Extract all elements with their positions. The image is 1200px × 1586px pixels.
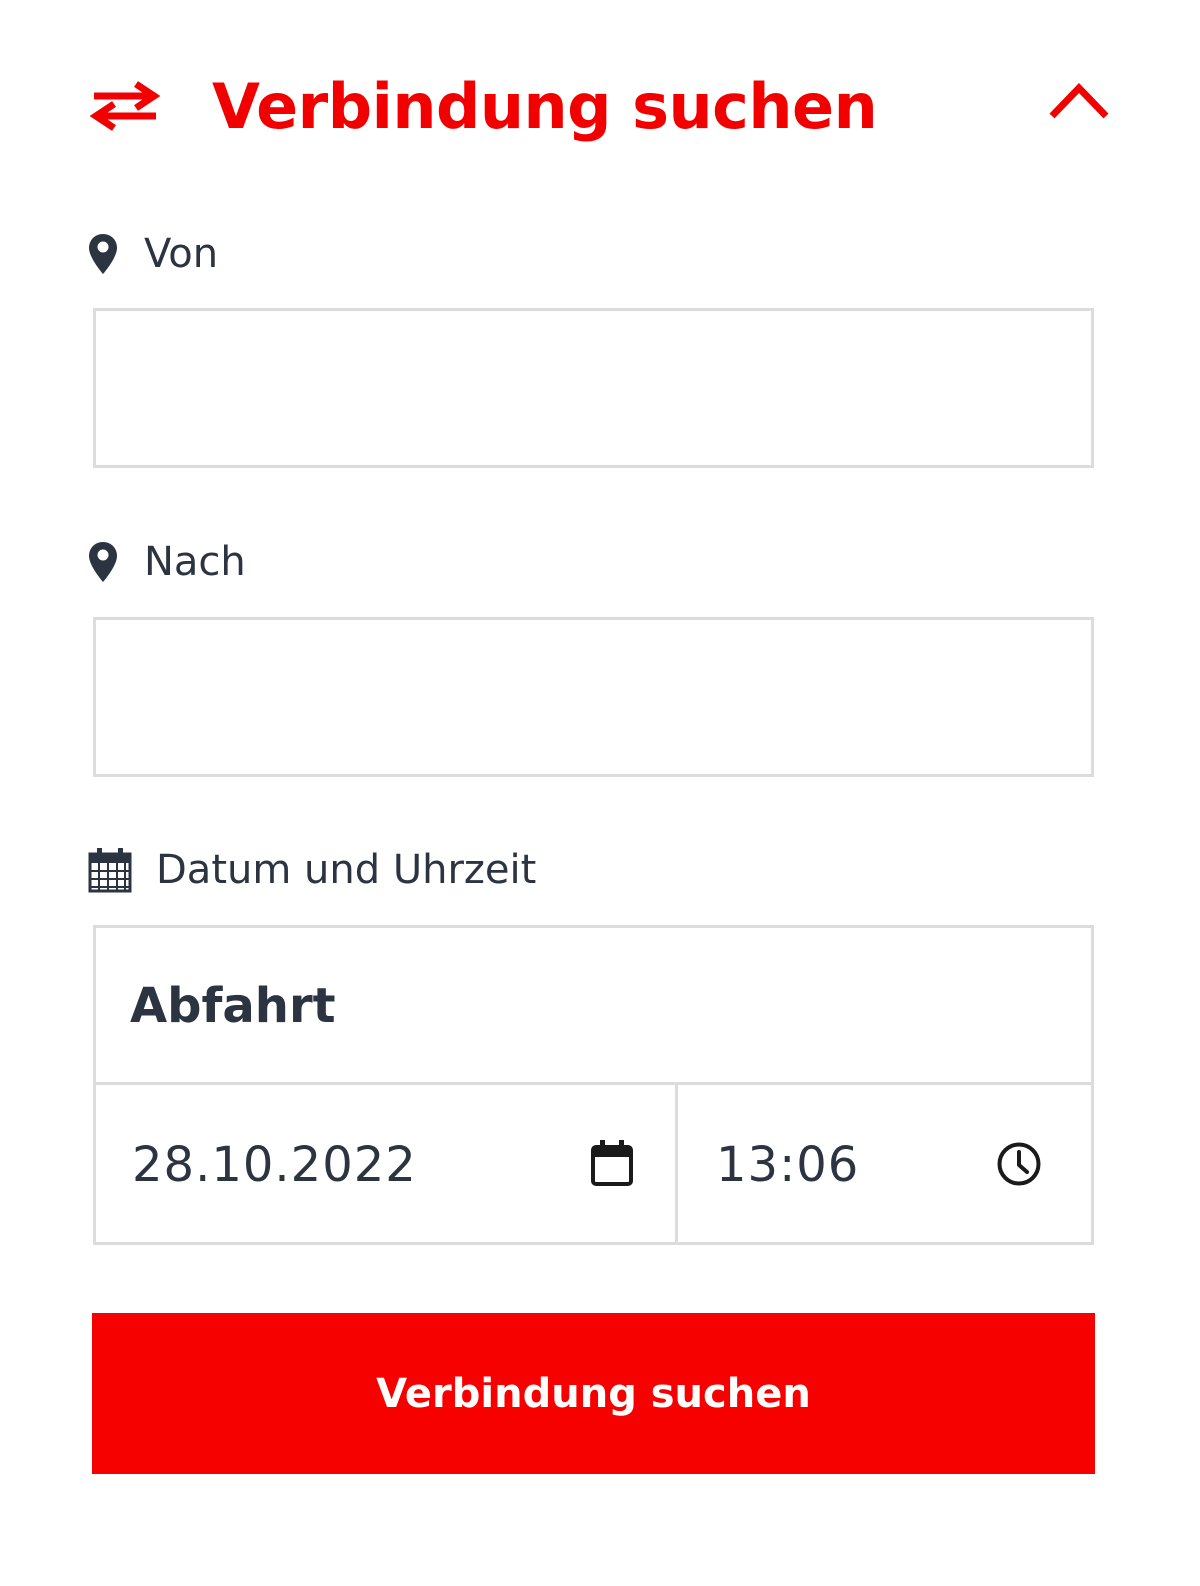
- date-input[interactable]: 28.10.2022: [96, 1085, 678, 1242]
- from-input[interactable]: [93, 308, 1094, 468]
- map-pin-icon: [89, 542, 117, 582]
- departure-mode-value: Abfahrt: [130, 978, 336, 1034]
- search-connection-button[interactable]: Verbindung suchen: [92, 1313, 1095, 1474]
- date-value: 28.10.2022: [132, 1137, 417, 1193]
- chevron-up-icon[interactable]: [1046, 78, 1112, 124]
- search-panel-header[interactable]: Verbindung suchen: [88, 60, 1112, 150]
- to-input[interactable]: [93, 617, 1094, 777]
- datetime-label-text: Datum und Uhrzeit: [156, 847, 537, 893]
- calendar-icon: [88, 848, 132, 893]
- from-label-text: Von: [144, 231, 219, 277]
- from-label: Von: [88, 224, 218, 284]
- time-value: 13:06: [716, 1137, 860, 1193]
- to-label: Nach: [88, 532, 246, 592]
- departure-mode-select[interactable]: Abfahrt: [96, 928, 1091, 1085]
- datetime-label: Datum und Uhrzeit: [88, 840, 536, 900]
- time-input[interactable]: 13:06: [678, 1085, 1091, 1242]
- datetime-box: Abfahrt 28.10.2022 13:06: [93, 925, 1094, 1245]
- map-pin-icon: [89, 234, 117, 274]
- panel-title: Verbindung suchen: [212, 70, 878, 143]
- to-label-text: Nach: [144, 539, 246, 585]
- clock-icon[interactable]: [996, 1141, 1042, 1187]
- swap-arrows-icon: [90, 81, 160, 131]
- calendar-picker-icon[interactable]: [590, 1139, 634, 1187]
